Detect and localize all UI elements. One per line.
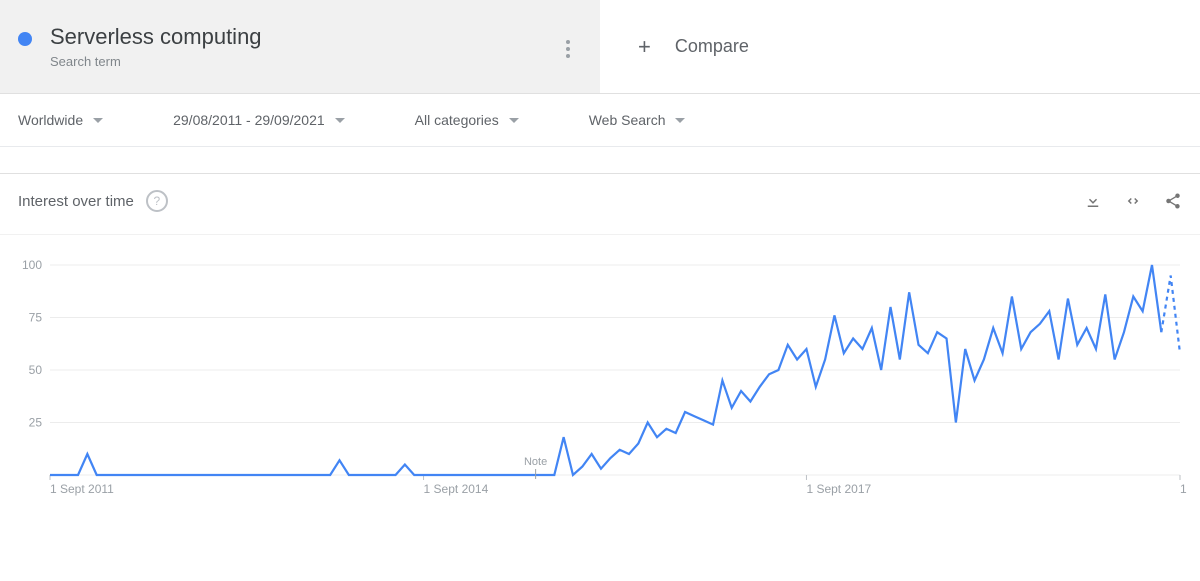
term-title: Serverless computing — [50, 24, 564, 50]
embed-button[interactable] — [1122, 192, 1144, 210]
plus-icon: + — [638, 34, 651, 60]
more-menu-button[interactable] — [566, 40, 570, 58]
svg-text:Note: Note — [524, 456, 547, 468]
panel-title: Interest over time — [18, 193, 134, 210]
download-button[interactable] — [1084, 192, 1102, 210]
time-range-filter[interactable]: 29/08/2011 - 29/09/2021 — [173, 112, 345, 128]
category-filter-label: All categories — [415, 112, 499, 128]
region-filter-label: Worldwide — [18, 112, 83, 128]
search-term-card[interactable]: Serverless computing Search term — [0, 0, 600, 93]
chevron-down-icon — [509, 118, 519, 123]
svg-text:50: 50 — [29, 363, 43, 377]
chevron-down-icon — [335, 118, 345, 123]
help-icon[interactable]: ? — [146, 190, 168, 212]
chevron-down-icon — [93, 118, 103, 123]
svg-text:1 Sept 2014: 1 Sept 2014 — [424, 482, 489, 496]
share-button[interactable] — [1164, 192, 1182, 210]
svg-text:100: 100 — [22, 258, 42, 272]
svg-text:1 Sept 2020: 1 Sept 2020 — [1180, 482, 1190, 496]
region-filter[interactable]: Worldwide — [18, 112, 103, 128]
svg-text:25: 25 — [29, 416, 43, 430]
search-type-filter[interactable]: Web Search — [589, 112, 686, 128]
interest-over-time-chart: 25 50 75 100 1 Sept 2011 1 Sept 2014 1 Sept 20… — [10, 255, 1190, 505]
svg-text:1 Sept 2017: 1 Sept 2017 — [806, 482, 871, 496]
filter-bar: Worldwide 29/08/2011 - 29/09/2021 All ca… — [0, 94, 1200, 147]
compare-label: Compare — [675, 36, 749, 57]
svg-text:1 Sept 2011: 1 Sept 2011 — [50, 482, 114, 496]
term-subtitle: Search term — [50, 54, 564, 69]
add-compare-button[interactable]: + Compare — [600, 0, 1200, 93]
chevron-down-icon — [675, 118, 685, 123]
category-filter[interactable]: All categories — [415, 112, 519, 128]
search-type-label: Web Search — [589, 112, 666, 128]
svg-text:75: 75 — [29, 311, 43, 325]
series-color-dot — [18, 32, 32, 46]
time-range-label: 29/08/2011 - 29/09/2021 — [173, 112, 325, 128]
